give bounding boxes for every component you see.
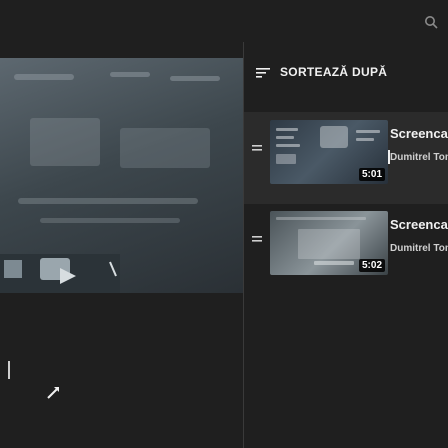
channel-name[interactable]: Dumitrel Toma [390, 152, 448, 163]
playlist-item[interactable]: 5:02 Screencaptify & Quiz Dumitrel Toma [244, 203, 448, 295]
channel-name[interactable]: Dumitrel Toma [390, 243, 448, 254]
video-player[interactable] [0, 58, 243, 293]
player-lower-area [0, 293, 243, 448]
video-title[interactable]: Screencaptify & Quiz [390, 217, 448, 232]
picture-in-picture-preview [0, 254, 120, 293]
video-thumbnail[interactable]: 5:02 [270, 211, 388, 275]
video-thumbnail[interactable]: 5:01 [270, 120, 388, 184]
video-title[interactable]: Screencaptify & Quiz [390, 126, 448, 141]
sort-icon [256, 68, 270, 78]
drag-handle-icon[interactable] [252, 144, 262, 152]
top-bar [0, 0, 448, 42]
video-duration: 5:01 [358, 168, 385, 181]
sort-label: SORTEAZĂ DUPĂ [280, 65, 388, 79]
video-duration: 5:02 [358, 259, 385, 272]
sort-menu-button[interactable]: SORTEAZĂ DUPĂ [256, 62, 387, 82]
playlist-item[interactable]: 5:01 Screencaptify & Quiz Dumitrel Toma [244, 112, 448, 204]
drag-handle-icon[interactable] [252, 235, 262, 243]
cursor-icon [47, 387, 59, 399]
search-icon[interactable] [424, 15, 438, 29]
